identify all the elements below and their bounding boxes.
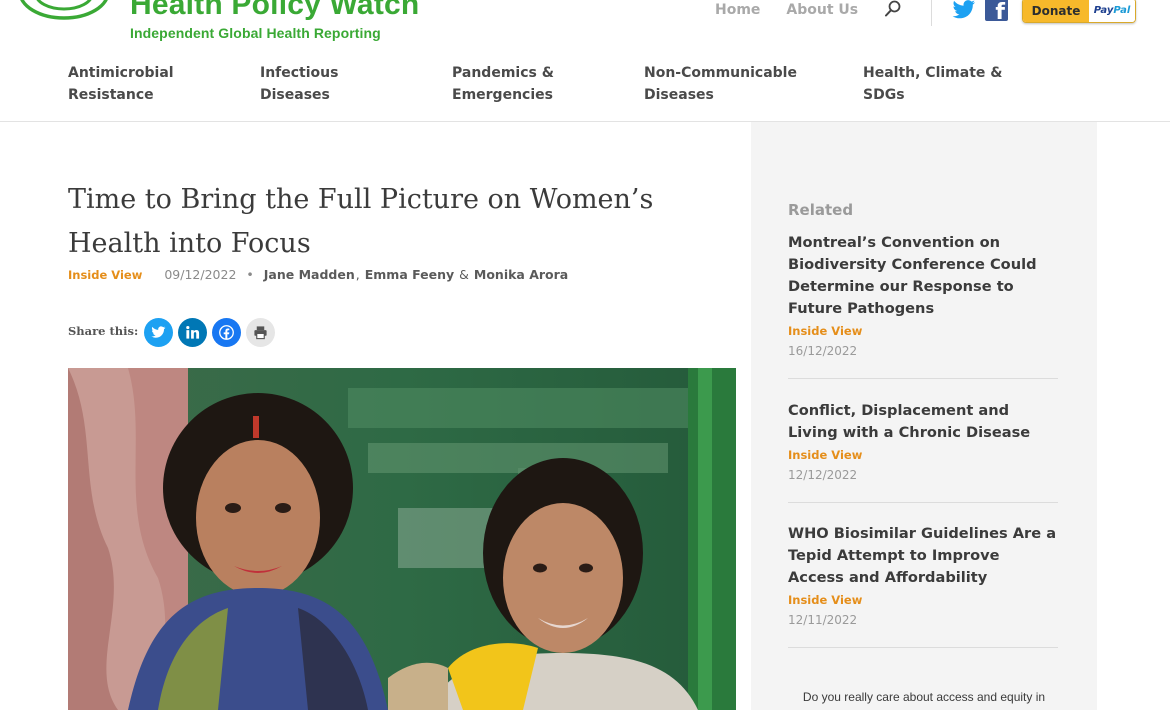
print-icon — [254, 326, 267, 340]
category-non-communicable-diseases[interactable]: Non-Communicable Diseases — [644, 62, 804, 106]
donation-appeal-text: Do you really care about access and equi… — [802, 690, 1046, 704]
meta-separator-dot: • — [246, 267, 254, 282]
nav-about-link[interactable]: About Us — [786, 2, 858, 18]
search-icon[interactable] — [884, 0, 902, 18]
related-article-category[interactable]: Inside View — [788, 590, 1058, 610]
related-divider — [788, 502, 1058, 503]
related-article-title[interactable]: WHO Biosimilar Guidelines Are a Tepid At… — [788, 523, 1058, 589]
author-link[interactable]: Jane Madden — [264, 267, 355, 282]
article-category[interactable]: Inside View — [68, 268, 142, 282]
nav-home-link[interactable]: Home — [715, 2, 760, 18]
top-navigation: Home About Us — [715, 0, 858, 20]
related-divider — [788, 647, 1058, 648]
facebook-icon[interactable]: f — [985, 0, 1008, 21]
author-link[interactable]: Emma Feeny — [365, 267, 454, 282]
header-divider — [931, 0, 932, 26]
donate-button[interactable]: Donate Pay Pal — [1022, 0, 1136, 23]
share-facebook-button[interactable] — [212, 318, 241, 347]
twitter-icon — [151, 326, 166, 338]
article-meta: Inside View 09/12/2022 • Jane Madden, Em… — [68, 267, 569, 282]
health-policy-watch-logo-icon[interactable] — [18, 0, 110, 20]
related-divider — [788, 378, 1058, 379]
donate-label: Donate — [1023, 0, 1089, 22]
paypal-logo: Pay Pal — [1089, 0, 1135, 22]
author-link[interactable]: Monika Arora — [474, 267, 568, 282]
related-article-date: 16/12/2022 — [788, 344, 858, 358]
related-article: Conflict, Displacement and Living with a… — [788, 400, 1058, 485]
category-infectious-diseases[interactable]: Infectious Diseases — [260, 62, 370, 106]
facebook-icon — [219, 325, 234, 340]
share-label: Share this: — [68, 324, 139, 338]
related-heading: Related — [788, 201, 854, 219]
related-article: WHO Biosimilar Guidelines Are a Tepid At… — [788, 523, 1058, 630]
site-title[interactable]: Health Policy Watch — [130, 0, 419, 22]
article-title: Time to Bring the Full Picture on Women’… — [68, 184, 654, 259]
category-health-climate-sdgs[interactable]: Health, Climate & SDGs — [863, 62, 1013, 106]
related-article-category[interactable]: Inside View — [788, 445, 1058, 465]
article-date: 09/12/2022 — [164, 267, 237, 282]
related-article-title[interactable]: Montreal’s Convention on Biodiversity Co… — [788, 232, 1058, 320]
category-antimicrobial-resistance[interactable]: Antimicrobial Resistance — [68, 62, 198, 106]
photo-two-women-icon — [68, 368, 736, 710]
share-twitter-button[interactable] — [144, 318, 173, 347]
site-tagline: Independent Global Health Reporting — [130, 25, 381, 41]
twitter-icon[interactable] — [952, 0, 976, 20]
related-article-date: 12/11/2022 — [788, 613, 858, 627]
related-article-date: 12/12/2022 — [788, 468, 858, 482]
category-pandemics-emergencies[interactable]: Pandemics & Emergencies — [452, 62, 572, 106]
related-article-title[interactable]: Conflict, Displacement and Living with a… — [788, 400, 1058, 444]
linkedin-icon — [186, 325, 200, 339]
related-article-category[interactable]: Inside View — [788, 321, 1058, 341]
related-article: Montreal’s Convention on Biodiversity Co… — [788, 232, 1058, 361]
print-button[interactable] — [246, 318, 275, 347]
share-linkedin-button[interactable] — [178, 318, 207, 347]
article-hero-image — [68, 368, 736, 710]
